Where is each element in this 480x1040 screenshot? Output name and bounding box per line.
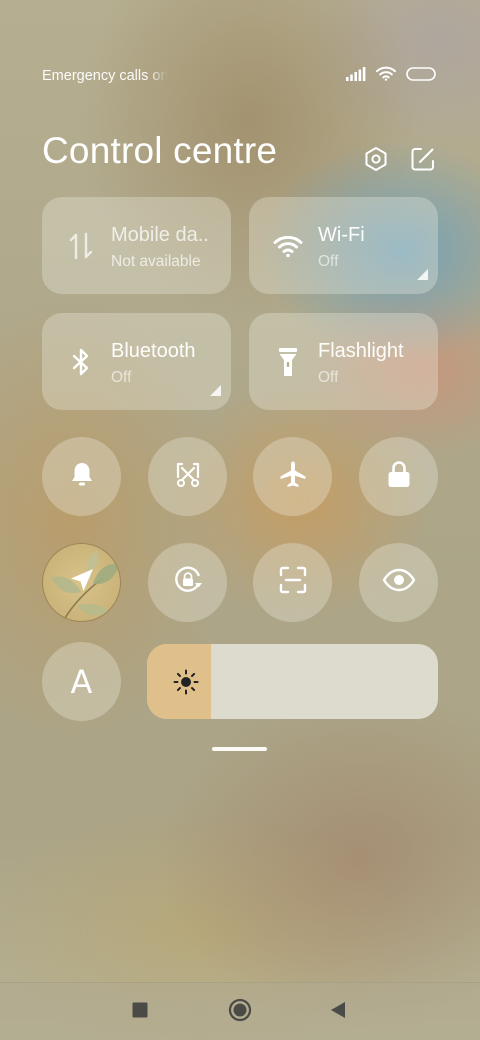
- lock-screen-toggle[interactable]: [359, 437, 438, 516]
- tile-label: Mobile da..: [111, 224, 209, 246]
- eye-icon: [382, 568, 416, 597]
- settings-hexagon-icon[interactable]: [363, 146, 389, 172]
- screenshot-icon: [173, 459, 203, 494]
- tile-label: Bluetooth: [111, 340, 196, 362]
- tile-status: Off: [318, 369, 339, 386]
- bell-icon: [68, 460, 96, 493]
- battery-icon: [406, 66, 436, 86]
- rotation-lock-icon: [171, 563, 205, 602]
- tile-mobile-data[interactable]: Mobile da.. Not available: [42, 197, 231, 294]
- carrier-status-text: Emergency calls only: [42, 68, 168, 84]
- mobile-data-icon: [66, 197, 96, 294]
- airplane-icon: [278, 459, 308, 494]
- back-triangle-icon: [330, 1001, 346, 1024]
- home-button[interactable]: [215, 983, 265, 1040]
- home-circle-icon: [228, 998, 252, 1027]
- flashlight-icon: [273, 313, 303, 410]
- expand-corner-icon[interactable]: [210, 385, 221, 396]
- location-toggle[interactable]: [42, 543, 121, 622]
- wifi-icon: [273, 197, 303, 294]
- tile-wifi[interactable]: Wi-Fi Off: [249, 197, 438, 294]
- page-title: Control centre: [42, 130, 278, 171]
- tile-label: Wi-Fi: [318, 224, 365, 246]
- airplane-mode-toggle[interactable]: [253, 437, 332, 516]
- edit-icon[interactable]: [410, 146, 436, 172]
- reading-mode-toggle[interactable]: [359, 543, 438, 622]
- tile-status: Not available: [111, 253, 201, 270]
- status-bar: Emergency calls only: [0, 0, 480, 150]
- drag-handle[interactable]: [212, 747, 267, 751]
- rotation-lock-toggle[interactable]: [148, 543, 227, 622]
- tile-bluetooth[interactable]: Bluetooth Off: [42, 313, 231, 410]
- tile-flashlight[interactable]: Flashlight Off: [249, 313, 438, 410]
- navigation-bar: [0, 982, 480, 1040]
- sun-icon: [173, 669, 199, 695]
- silent-toggle[interactable]: [42, 437, 121, 516]
- expand-corner-icon[interactable]: [417, 269, 428, 280]
- tile-status: Off: [111, 369, 132, 386]
- tile-status: Off: [318, 253, 339, 270]
- auto-brightness-toggle[interactable]: A: [42, 642, 121, 721]
- recents-square-icon: [132, 1002, 148, 1023]
- location-icon: [68, 566, 96, 599]
- bluetooth-icon: [66, 313, 96, 410]
- brightness-slider[interactable]: [147, 644, 438, 719]
- screenshot-toggle[interactable]: [148, 437, 227, 516]
- scan-toggle[interactable]: [253, 543, 332, 622]
- signal-icon: [346, 66, 366, 86]
- auto-brightness-icon: A: [70, 662, 93, 701]
- wifi-icon: [376, 66, 396, 86]
- lock-icon: [386, 459, 412, 494]
- scan-icon: [278, 565, 308, 600]
- recents-button[interactable]: [115, 983, 165, 1040]
- tile-label: Flashlight: [318, 340, 404, 362]
- status-icons: [346, 66, 436, 86]
- back-button[interactable]: [313, 983, 363, 1040]
